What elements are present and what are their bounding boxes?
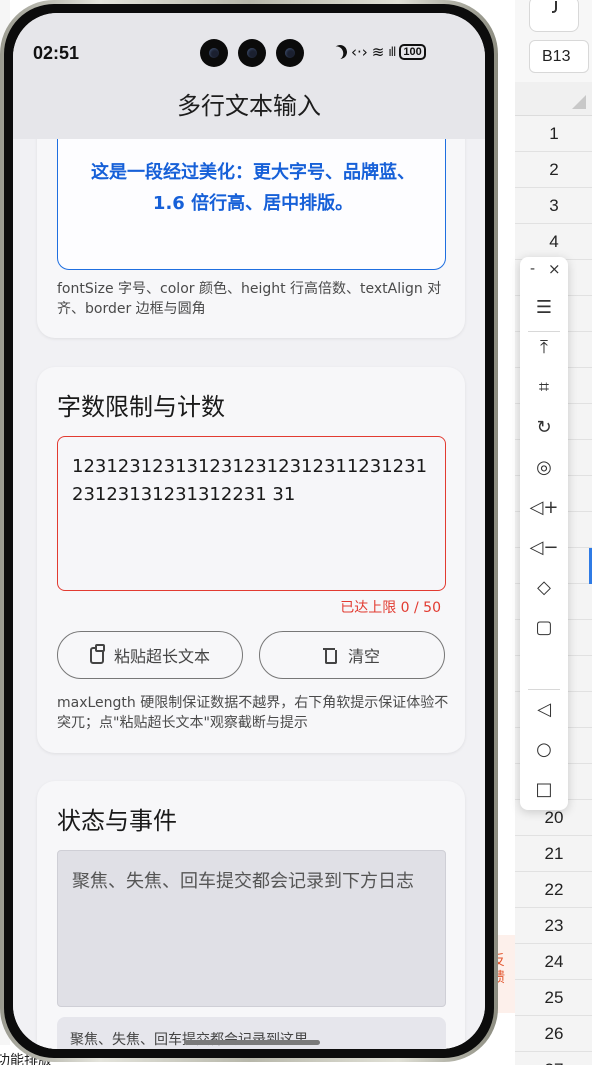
status-icons: ‹·› ≋ ıll 100 xyxy=(333,41,426,63)
char-counter: 已达上限 0 / 50 xyxy=(340,600,441,616)
crop-icon[interactable]: ⌗ xyxy=(529,373,559,403)
sheet-corner-header[interactable] xyxy=(515,82,592,116)
state-card: 状态与事件 聚焦、失焦、回车提交都会记录到下方日志 聚焦、失焦、回车提交都会记录… xyxy=(37,781,465,1049)
clear-button[interactable]: 清空 xyxy=(259,631,445,679)
nfc-icon: ‹·› xyxy=(351,43,368,61)
camera-icon xyxy=(238,39,266,67)
page-title: 多行文本输入 xyxy=(13,81,485,139)
toolbar-header: - × xyxy=(520,260,568,285)
row-header[interactable]: 27 xyxy=(515,1052,592,1065)
styled-textarea-card: 这是一段经过美化：更大字号、品牌蓝、1.6 倍行高、居中排版。 fontSize… xyxy=(37,139,465,338)
screenshot-stage: 功能排版 反 馈 B13 1 2 3 4 20 21 22 23 24 25 2… xyxy=(0,0,592,1065)
screen-record-icon[interactable]: ◎ xyxy=(529,453,559,483)
screenshot-icon[interactable]: ▢ xyxy=(529,613,559,643)
row-header[interactable]: 2 xyxy=(515,152,592,188)
phone-bezel: 02:51 ‹·› ≋ ıll 100 多行文本输入 这是一段经过美化：更大字号… xyxy=(4,4,494,1058)
state-title: 状态与事件 xyxy=(57,807,177,835)
battery-icon: 100 xyxy=(399,44,426,60)
paste-long-text-button[interactable]: 粘贴超长文本 xyxy=(57,631,243,679)
limit-title: 字数限制与计数 xyxy=(57,393,225,421)
status-time: 02:51 xyxy=(33,43,80,63)
clear-button-label: 清空 xyxy=(347,647,380,666)
limit-card: 字数限制与计数 12312312313123123123123112312312… xyxy=(37,367,465,753)
limited-textarea[interactable]: 1231231231312312312312311231231231231312… xyxy=(57,436,446,591)
row-header[interactable]: 4 xyxy=(515,224,592,260)
select-all-icon xyxy=(572,95,586,109)
status-bar: 02:51 ‹·› ≋ ıll 100 xyxy=(13,13,485,81)
recent-apps-icon[interactable]: □ xyxy=(529,775,559,805)
styled-textarea-text: 这是一段经过美化：更大字号、品牌蓝、1.6 倍行高、居中排版。 xyxy=(91,162,415,214)
limit-hint: maxLength 硬限制保证数据不越界，右下角软提示保证体验不突兀；点"粘贴超… xyxy=(57,695,449,731)
floating-toolbar: - × ☰ ⤒ ⌗ ↻ ◎ ◁+ ◁− ◇ ▢ ◁ ○ □ xyxy=(520,257,568,810)
format-brush-button[interactable] xyxy=(529,0,579,32)
row-header[interactable]: 24 xyxy=(515,944,592,980)
row-header[interactable]: 23 xyxy=(515,908,592,944)
row-header[interactable]: 26 xyxy=(515,1016,592,1052)
rotate-icon[interactable]: ↻ xyxy=(529,413,559,443)
menu-icon[interactable]: ☰ xyxy=(529,293,559,323)
scroll-top-icon[interactable]: ⤒ xyxy=(529,333,559,363)
divider xyxy=(528,689,560,690)
row-header[interactable]: 3 xyxy=(515,188,592,224)
close-button[interactable]: × xyxy=(548,260,561,278)
home-icon[interactable]: ○ xyxy=(529,735,559,765)
camera-icon xyxy=(276,39,304,67)
row-header[interactable]: 21 xyxy=(515,836,592,872)
cell-reference-box[interactable]: B13 xyxy=(529,40,589,73)
back-icon[interactable]: ◁ xyxy=(529,695,559,725)
home-indicator[interactable] xyxy=(184,1040,320,1045)
clear-icon xyxy=(322,647,338,664)
row-header[interactable]: 22 xyxy=(515,872,592,908)
styled-textarea[interactable]: 这是一段经过美化：更大字号、品牌蓝、1.6 倍行高、居中排版。 xyxy=(57,139,446,270)
camera-icon xyxy=(200,39,228,67)
phone-screen: 02:51 ‹·› ≋ ıll 100 多行文本输入 这是一段经过美化：更大字号… xyxy=(13,13,485,1049)
sheet-toolbar xyxy=(515,0,592,36)
row-header[interactable]: 1 xyxy=(515,116,592,152)
divider xyxy=(528,331,560,332)
minimize-button[interactable]: - xyxy=(530,261,535,277)
paste-button-label: 粘贴超长文本 xyxy=(113,647,210,666)
signal-icon: ıll xyxy=(388,45,396,59)
volume-down-icon[interactable]: ◁− xyxy=(529,533,559,563)
clipboard-icon xyxy=(89,643,105,664)
phone-frame: 02:51 ‹·› ≋ ıll 100 多行文本输入 这是一段经过美化：更大字号… xyxy=(0,0,498,1062)
volume-up-icon[interactable]: ◁+ xyxy=(529,493,559,523)
do-not-disturb-icon xyxy=(331,43,349,61)
scroll-content[interactable]: 这是一段经过美化：更大字号、品牌蓝、1.6 倍行高、居中排版。 fontSize… xyxy=(13,139,485,1049)
wifi-icon: ≋ xyxy=(371,43,385,61)
state-textarea[interactable]: 聚焦、失焦、回车提交都会记录到下方日志 xyxy=(57,850,446,1007)
styled-hint: fontSize 字号、color 颜色、height 行高倍数、textAli… xyxy=(57,281,442,317)
rotate-device-icon[interactable]: ◇ xyxy=(529,573,559,603)
row-header[interactable]: 25 xyxy=(515,980,592,1016)
